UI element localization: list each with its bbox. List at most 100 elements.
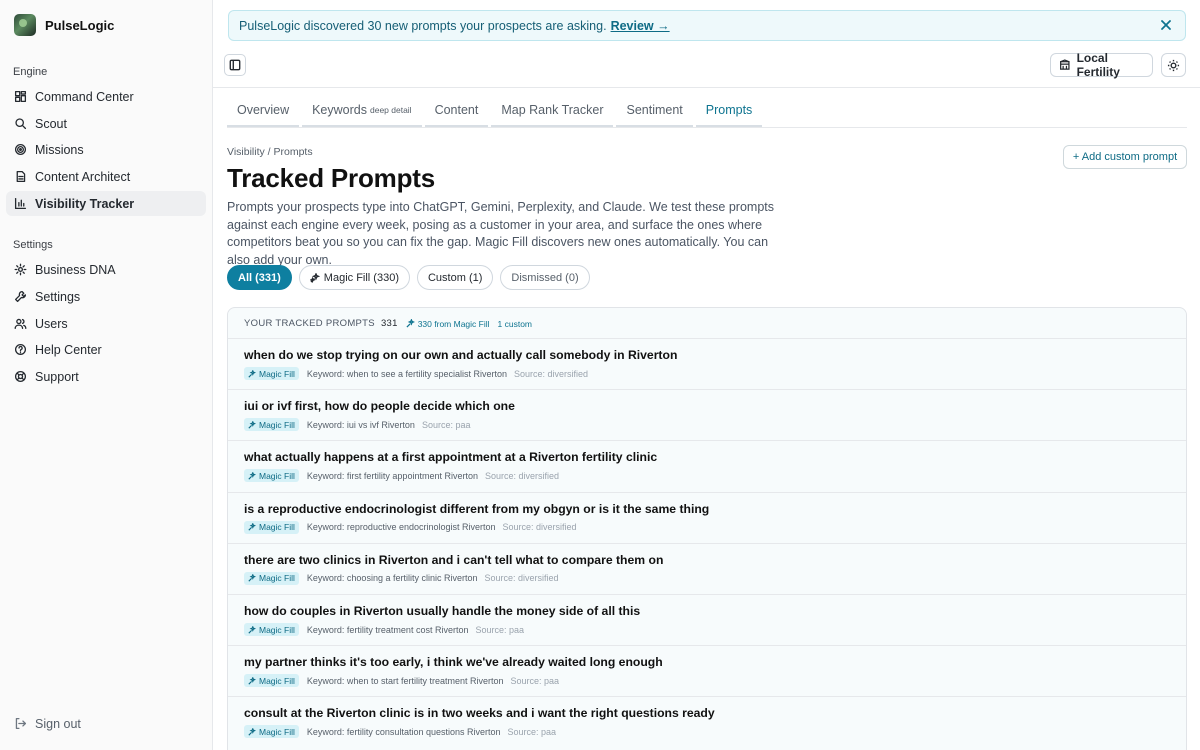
add-custom-prompt-button[interactable]: + Add custom prompt [1063,145,1187,169]
magic-fill-badge: Magic Fill [244,367,299,380]
sidebar-toggle-button[interactable] [224,54,246,76]
tab-label: Overview [237,102,290,117]
nav-item-label: Content Architect [35,169,131,184]
location-label: Local Fertility [1076,51,1120,79]
sun-icon [1167,59,1180,71]
prompt-source: Source: paa [510,675,560,686]
location-selector-button[interactable]: Local Fertility [1050,51,1153,79]
prompt-source: Source: paa [421,419,471,430]
filter-custom[interactable]: Custom (1) [416,265,494,290]
page-description: Prompts your prospects type into ChatGPT… [227,200,775,267]
prompt-text: there are two clinics in Riverton and i … [244,552,664,567]
prompt-meta: Magic Fill Keyword: when to start fertili… [244,674,560,688]
prompt-row[interactable]: consult at the Riverton clinic is in two… [228,696,1186,747]
nav-item-users[interactable]: Users [6,311,206,336]
tab-content[interactable]: Content [424,94,489,127]
document-icon [14,170,27,183]
magic-fill-badge: Magic Fill [244,520,299,534]
prompt-row[interactable]: how do couples in Riverton usually handl… [228,594,1186,645]
divider [227,127,1187,128]
prompt-meta: Magic Fill Keyword: iui vs ivf Riverton So… [244,418,471,432]
nav-item-label: Business DNA [35,262,116,277]
tab-keywords[interactable]: Keywords deep detail [302,94,422,127]
prompt-keyword: Keyword: reproductive endocrinologist Ri… [306,522,496,533]
brand-logo [14,14,36,36]
tracked-prompts-card: YOUR TRACKED PROMPTS 331 330 from Magic … [227,307,1187,750]
tab-sentiment[interactable]: Sentiment [616,94,693,127]
prompt-text: what actually happens at a first appoint… [244,450,658,465]
nav-item-label: Support [35,369,79,384]
nav-item-help-center[interactable]: Help Center [6,337,206,362]
tab-overview[interactable]: Overview [227,94,300,127]
lifebuoy-icon [14,370,27,383]
filter-pills: All (331) Magic Fill (330) Custom (1) Di… [227,265,597,290]
wrench-icon [14,290,27,303]
target-icon [14,143,27,156]
nav-section-engine: Engine [13,66,48,78]
brand[interactable]: PulseLogic [14,14,114,36]
tab-prompts[interactable]: Prompts [695,94,763,127]
grid-icon [14,90,27,103]
prompt-row[interactable]: there are two clinics in Riverton and i … [228,542,1186,594]
sparkle-icon [248,420,256,429]
prompt-source: Source: paa [507,726,557,737]
prompt-source: Source: diversified [484,573,559,584]
magic-fill-label: 330 from Magic Fill [417,318,490,329]
sign-out-button[interactable]: Sign out [6,711,206,736]
card-count: 331 [380,318,398,329]
prompt-row[interactable]: my partner thinks it's too early, i thin… [228,645,1186,696]
filter-label: Magic Fill (330) [323,271,399,284]
tab-map-rank-tracker[interactable]: Map Rank Tracker [491,94,614,127]
tab-label: Map Rank Tracker [501,102,604,117]
building-icon [1060,59,1070,70]
nav-item-label: Settings [35,289,81,304]
nav-item-label: Command Center [35,89,134,104]
banner-text: PulseLogic discovered 30 new prompts you… [239,18,607,33]
theme-toggle-button[interactable] [1161,53,1186,77]
filter-label: All (331) [238,271,281,284]
nav-item-missions[interactable]: Missions [6,137,206,162]
nav-item-command-center[interactable]: Command Center [6,84,206,109]
prompt-row[interactable]: what actually happens at a first appoint… [228,440,1186,491]
badge-label: Magic Fill [259,675,295,686]
bar-chart-icon [14,197,27,210]
search-icon [14,117,27,130]
tab-sublabel: deep detail [369,104,412,115]
prompt-keyword: Keyword: first fertility appointment Riv… [306,470,478,481]
prompt-keyword: Keyword: iui vs ivf Riverton [306,419,415,430]
prompt-row[interactable]: when do we stop trying on our own and ac… [228,338,1186,389]
nav-item-visibility-tracker[interactable]: Visibility Tracker [6,191,206,216]
nav-item-label: Help Center [35,342,102,357]
filter-label: Custom (1) [427,271,483,284]
prompt-row[interactable]: iui or ivf first, how do people decide w… [228,389,1186,440]
close-icon[interactable] [1159,18,1173,32]
prompt-row[interactable]: is a reproductive endocrinologist differ… [228,491,1186,543]
prompt-source: Source: paa [475,624,525,635]
panel-left-icon [229,59,241,71]
magic-fill-count: 330 from Magic Fill [406,319,490,329]
prompt-meta: Magic Fill Keyword: when to see a fertili… [244,367,588,380]
help-circle-icon [14,343,27,356]
filter-dismissed[interactable]: Dismissed (0) [500,265,590,290]
badge-label: Magic Fill [259,419,295,430]
sparkle-icon [248,625,256,634]
nav-item-label: Missions [35,142,84,157]
tab-label: Content [434,102,479,117]
nav-item-scout[interactable]: Scout [6,111,206,136]
nav-item-support[interactable]: Support [6,364,206,389]
filter-magic-fill[interactable]: Magic Fill (330) [298,265,410,290]
magic-fill-badge: Magic Fill [244,418,299,432]
sparkle-icon [309,272,320,283]
nav-item-content-architect[interactable]: Content Architect [6,164,206,189]
filter-all[interactable]: All (331) [227,265,292,290]
nav-item-label: Scout [35,116,67,131]
sign-out-icon [14,717,27,730]
banner-review-link[interactable]: Review → [611,19,670,33]
nav-item-business-dna[interactable]: Business DNA [6,257,206,282]
sparkle-icon [248,369,256,378]
nav-item-settings[interactable]: Settings [6,284,206,309]
prompt-source: Source: diversified [514,368,589,379]
prompt-source: Source: diversified [484,470,560,481]
gear-icon [14,263,27,276]
nav-item-label: Users [35,316,68,331]
